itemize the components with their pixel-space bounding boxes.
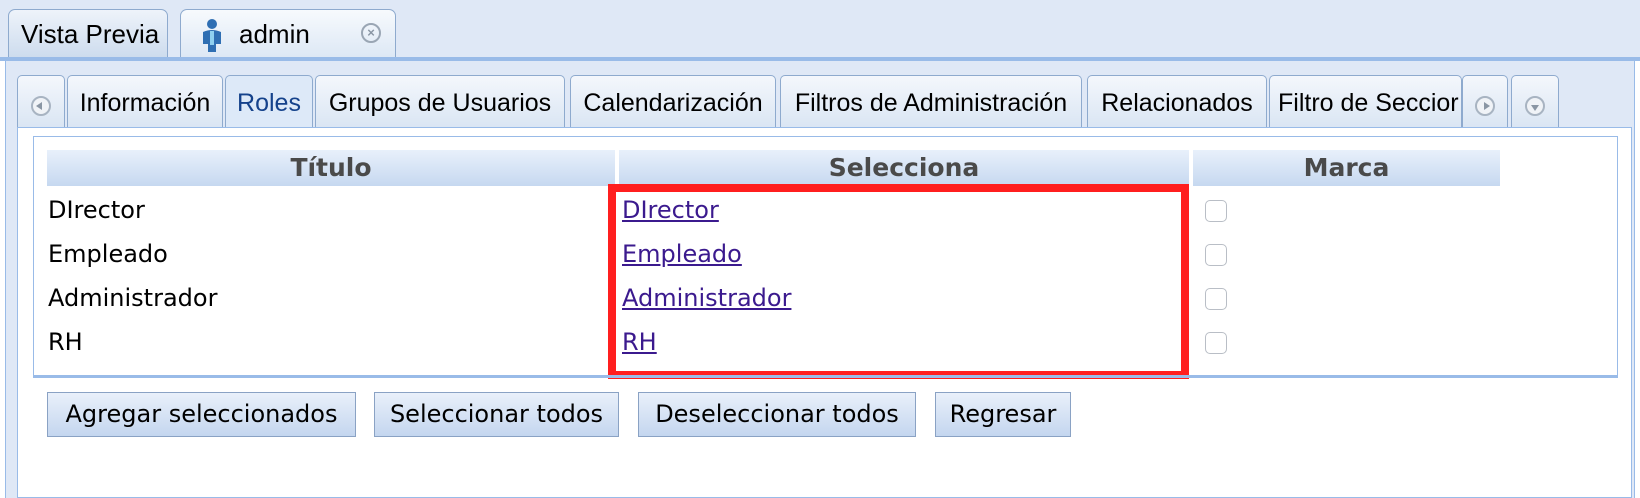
tab-menu-icon xyxy=(1525,96,1545,116)
row-checkbox[interactable] xyxy=(1205,332,1227,354)
row-checkbox[interactable] xyxy=(1205,244,1227,266)
divider xyxy=(33,375,1618,378)
row-checkbox[interactable] xyxy=(1205,200,1227,222)
tab-label: Relacionados xyxy=(1101,89,1253,117)
row-titulo: RH xyxy=(48,328,83,356)
tab-filtros-de-administracion[interactable]: Filtros de Administración xyxy=(780,75,1082,129)
column-header-selecciona[interactable]: Selecciona xyxy=(619,150,1189,186)
back-button[interactable]: Regresar xyxy=(935,392,1071,437)
tab-vista-previa[interactable]: Vista Previa xyxy=(8,9,168,57)
document-tab-bar: Vista Previa admin × xyxy=(0,0,1640,58)
deselect-all-button[interactable]: Deseleccionar todos xyxy=(638,392,916,437)
tab-label: admin xyxy=(239,19,310,49)
scroll-left-icon xyxy=(31,96,51,116)
tab-menu-button[interactable] xyxy=(1511,75,1559,129)
scroll-right-icon xyxy=(1475,96,1495,116)
tab-roles[interactable]: Roles xyxy=(225,75,313,129)
tab-label: Vista Previa xyxy=(21,19,160,49)
tab-label: Filtro de Seccior xyxy=(1278,89,1459,117)
column-header-titulo[interactable]: Título xyxy=(47,150,615,186)
tab-grupos-de-usuarios[interactable]: Grupos de Usuarios xyxy=(315,75,565,129)
tab-informacion[interactable]: Información xyxy=(67,75,223,129)
row-checkbox[interactable] xyxy=(1205,288,1227,310)
tab-label: Grupos de Usuarios xyxy=(328,89,552,117)
user-icon xyxy=(203,19,221,52)
add-selected-button[interactable]: Agregar seleccionados xyxy=(47,392,356,437)
tab-admin[interactable]: admin × xyxy=(180,9,396,57)
tab-label: Calendarización xyxy=(583,89,763,117)
tab-label: Información xyxy=(79,89,211,117)
tab-label: Roles xyxy=(237,89,301,117)
close-icon[interactable]: × xyxy=(361,23,381,43)
row-titulo: Administrador xyxy=(48,284,218,312)
tab-label: Filtros de Administración xyxy=(794,89,1068,117)
row-titulo: Empleado xyxy=(48,240,168,268)
tab-relacionados[interactable]: Relacionados xyxy=(1087,75,1267,129)
row-titulo: DIrector xyxy=(48,196,145,224)
tab-calendarizacion[interactable]: Calendarización xyxy=(570,75,776,129)
tab-filtro-de-secciones[interactable]: Filtro de Seccior xyxy=(1269,75,1462,129)
column-header-marca[interactable]: Marca xyxy=(1193,150,1500,186)
select-all-button[interactable]: Seleccionar todos xyxy=(374,392,619,437)
highlight-box xyxy=(608,184,1189,379)
section-tab-strip: Información Roles Grupos de Usuarios Cal… xyxy=(17,75,1632,129)
scroll-left-button[interactable] xyxy=(17,75,65,129)
scroll-right-button[interactable] xyxy=(1462,75,1508,129)
